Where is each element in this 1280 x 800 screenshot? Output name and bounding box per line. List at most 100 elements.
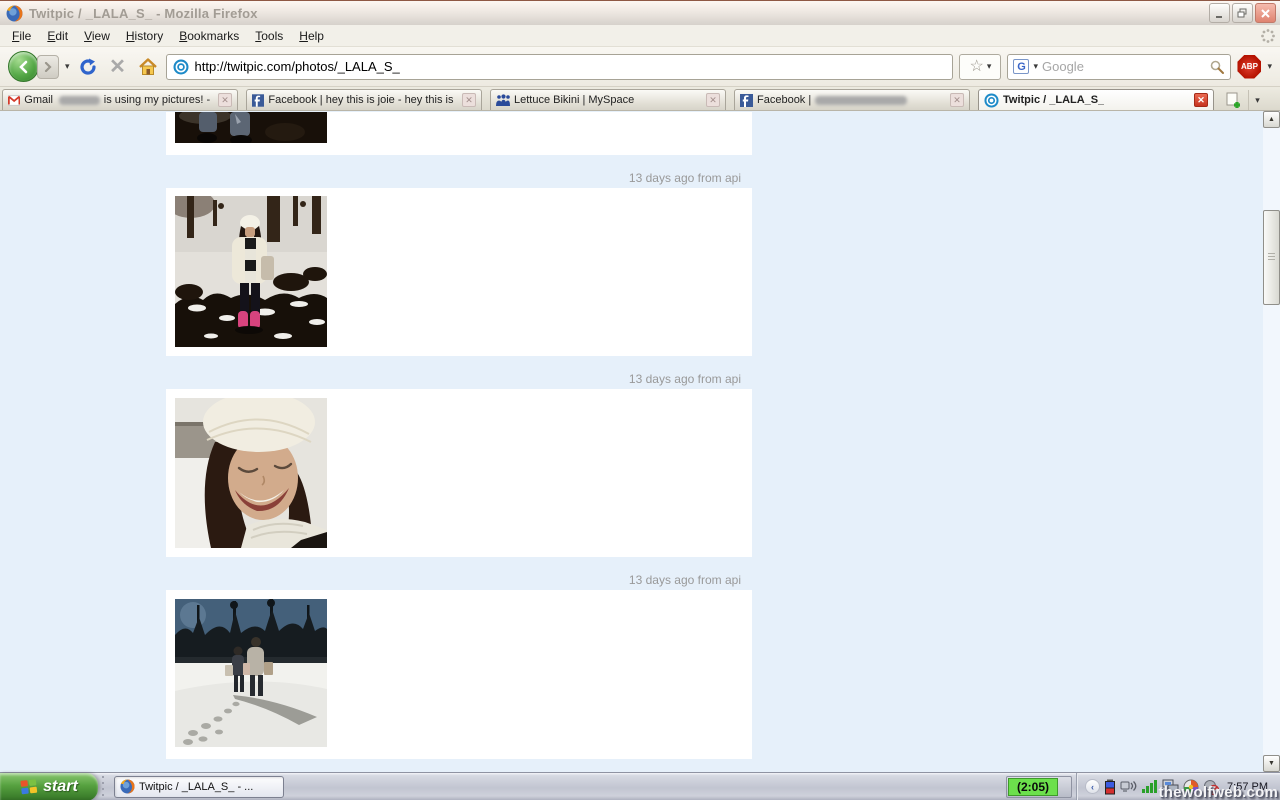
tab-label: is using my pictures! - j... (104, 94, 210, 106)
tab-close-icon[interactable]: ✕ (706, 93, 720, 107)
adblock-label: ABP (1241, 62, 1258, 71)
reload-icon (78, 57, 98, 77)
tab-close-icon[interactable]: ✕ (462, 93, 476, 107)
timestamp: 13 days ago from api (166, 573, 741, 587)
close-button[interactable] (1255, 3, 1276, 23)
home-button[interactable] (136, 55, 160, 79)
bookmark-caret-icon: ▾ (987, 62, 992, 71)
reload-button[interactable] (76, 55, 100, 79)
photo-card (166, 188, 752, 356)
tab-strip: Gmail - is using my pictures! - j... ✕ F… (0, 87, 1280, 111)
restore-icon (1237, 8, 1248, 19)
menu-edit[interactable]: Edit (39, 26, 76, 46)
stop-button[interactable]: ✕ (106, 55, 130, 79)
tab-list-caret-icon: ▾ (1255, 96, 1260, 105)
task-button-label: Twitpic / _LALA_S_ - ... (139, 781, 253, 793)
tab-facebook-1[interactable]: Facebook | hey this is joie - hey this i… (246, 89, 482, 110)
timer-value: (2:05) (1008, 778, 1058, 796)
search-engine-caret-icon[interactable]: ▾ (1033, 62, 1038, 71)
tab-myspace[interactable]: Lettuce Bikini | MySpace ✕ (490, 89, 726, 110)
battery-tray-icon[interactable] (1104, 779, 1116, 795)
redacted-text (815, 96, 907, 105)
twitpic-favicon (984, 93, 999, 108)
photo-thumbnail[interactable] (175, 196, 327, 347)
home-icon (138, 57, 158, 77)
tab-facebook-2[interactable]: Facebook | ✕ (734, 89, 970, 110)
photo-card (166, 112, 752, 155)
volume-tray-icon[interactable] (1120, 779, 1137, 794)
url-bar[interactable]: http://twitpic.com/photos/_LALA_S_ (166, 54, 954, 80)
scroll-up-icon: ▲ (1268, 116, 1275, 123)
facebook-favicon (252, 94, 264, 107)
photo-thumbnail[interactable] (175, 398, 327, 548)
signal-strength-tray-icon[interactable] (1141, 779, 1158, 794)
photo-thumbnail[interactable] (175, 112, 327, 143)
menu-history[interactable]: History (118, 26, 171, 46)
taskbar: start Twitpic / _LALA_S_ - ... (2:05) ‹ (0, 772, 1280, 800)
redacted-text (59, 96, 99, 105)
back-button[interactable] (8, 51, 39, 82)
start-label: start (43, 778, 78, 796)
tab-label: Facebook | (757, 94, 811, 106)
hide-tray-icons-button[interactable]: ‹ (1085, 779, 1100, 794)
minimize-icon (1214, 8, 1225, 19)
restore-button[interactable] (1232, 3, 1253, 23)
window-titlebar: Twitpic / _LALA_S_ - Mozilla Firefox (0, 0, 1280, 25)
tab-label: Lettuce Bikini | MySpace (514, 94, 634, 106)
timer-tray-button[interactable]: (2:05) (1006, 776, 1072, 798)
gmail-favicon (8, 95, 20, 106)
menu-help[interactable]: Help (291, 26, 332, 46)
start-button[interactable]: start (0, 773, 98, 800)
windows-logo-icon (20, 778, 38, 795)
close-icon (1260, 8, 1271, 19)
new-tab-icon (1226, 92, 1243, 108)
tab-close-icon[interactable]: ✕ (218, 93, 232, 107)
taskbar-separator (100, 776, 106, 798)
forward-button[interactable] (37, 55, 59, 79)
search-magnifier-icon[interactable] (1209, 59, 1225, 75)
search-box[interactable]: G ▾ Google (1007, 54, 1231, 80)
taskbar-window-button[interactable]: Twitpic / _LALA_S_ - ... (114, 776, 284, 798)
tab-label: Twitpic / _LALA_S_ (1003, 94, 1104, 106)
myspace-favicon (496, 94, 510, 106)
facebook-favicon (740, 94, 753, 107)
tab-close-icon[interactable]: ✕ (950, 93, 964, 107)
forward-arrow-icon (43, 62, 53, 72)
google-logo-icon: G (1013, 59, 1029, 74)
menu-file[interactable]: File (4, 26, 39, 46)
adblock-caret-icon[interactable]: ▾ (1267, 62, 1272, 71)
photo-card (166, 389, 752, 557)
back-arrow-icon (17, 60, 31, 74)
scroll-up-button[interactable]: ▲ (1263, 111, 1280, 128)
menu-bookmarks[interactable]: Bookmarks (171, 26, 247, 46)
menu-bar: File Edit View History Bookmarks Tools H… (0, 25, 1280, 47)
firefox-icon (6, 5, 23, 22)
tab-label: Facebook | hey this is joie - hey this i… (268, 94, 454, 106)
scroll-down-icon: ▼ (1268, 760, 1275, 767)
stop-icon: ✕ (109, 54, 126, 79)
new-tab-button[interactable] (1222, 90, 1246, 110)
bookmark-control[interactable]: ☆ ▾ (959, 54, 1001, 80)
window-title: Twitpic / _LALA_S_ - Mozilla Firefox (29, 6, 1207, 21)
tab-twitpic-active[interactable]: Twitpic / _LALA_S_ ✕ (978, 89, 1214, 110)
throbber-icon (1260, 28, 1276, 44)
browser-viewport: 13 days ago from api (0, 111, 1280, 772)
scroll-down-button[interactable]: ▼ (1263, 755, 1280, 772)
navigation-toolbar: ▾ ✕ http://twitpic.com/photos/_LALA_S_ ☆… (0, 47, 1280, 87)
firefox-icon (120, 779, 135, 794)
tab-close-icon[interactable]: ✕ (1194, 93, 1208, 107)
minimize-button[interactable] (1209, 3, 1230, 23)
scrollbar-thumb[interactable] (1263, 210, 1280, 305)
vertical-scrollbar[interactable]: ▲ ▼ (1263, 111, 1280, 772)
tab-gmail[interactable]: Gmail - is using my pictures! - j... ✕ (2, 89, 238, 110)
menu-tools[interactable]: Tools (247, 26, 291, 46)
adblock-plus-icon[interactable]: ABP (1237, 55, 1261, 79)
url-text: http://twitpic.com/photos/_LALA_S_ (195, 59, 400, 74)
photo-card (166, 590, 752, 759)
menu-view[interactable]: View (76, 26, 118, 46)
bookmark-star-icon: ☆ (970, 59, 984, 75)
history-dropdown-caret-icon[interactable]: ▾ (65, 62, 70, 71)
photo-thumbnail[interactable] (175, 599, 327, 747)
watermark-text: thewolfweb.com (1159, 784, 1278, 800)
tab-list-dropdown[interactable]: ▾ (1248, 90, 1266, 110)
